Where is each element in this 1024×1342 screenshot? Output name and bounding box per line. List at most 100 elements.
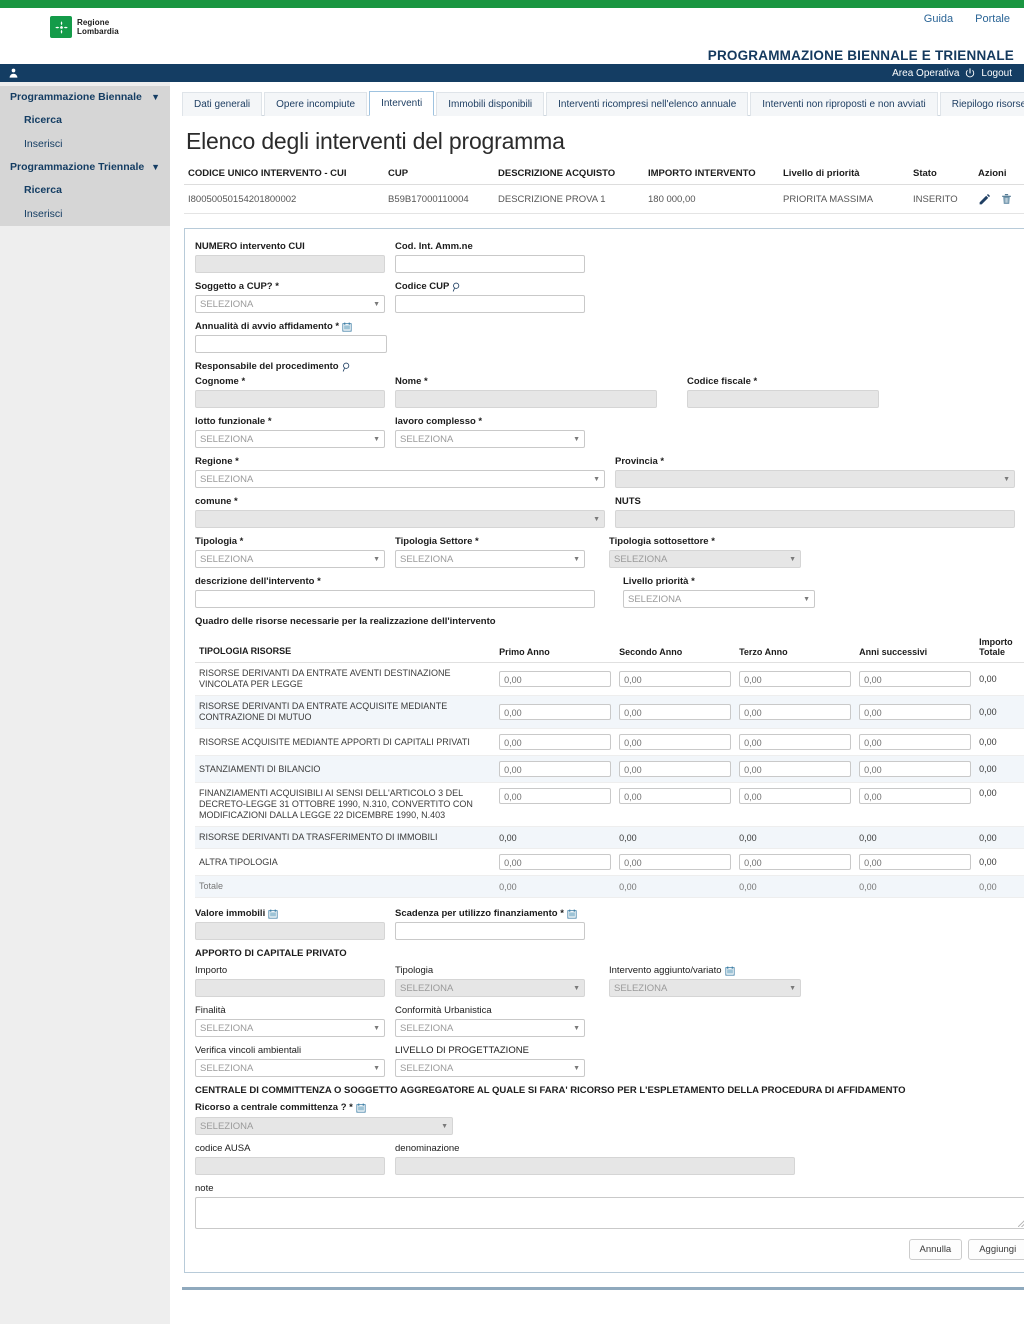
lotto-select[interactable]: SELEZIONA ▼: [195, 430, 385, 448]
note-textarea[interactable]: [195, 1197, 1024, 1229]
risorse-input[interactable]: 0,00: [619, 854, 732, 870]
valore-immobili-input[interactable]: [195, 922, 385, 940]
delete-trash-icon[interactable]: [1000, 192, 1013, 206]
sidebar-group-biennale[interactable]: Programmazione Biennale ▼: [0, 86, 170, 108]
risorse-input[interactable]: 0,00: [499, 734, 612, 750]
risorse-input[interactable]: 0,00: [739, 704, 852, 720]
importo-input[interactable]: [195, 979, 385, 997]
regione-select[interactable]: SELEZIONA ▼: [195, 470, 605, 488]
risorse-cell: 0,00: [735, 782, 856, 827]
calendar-icon[interactable]: [356, 1103, 366, 1113]
search-icon[interactable]: [342, 362, 352, 372]
descrizione-intervento-input[interactable]: [195, 590, 595, 608]
risorse-row: RISORSE DERIVANTI DA TRASFERIMENTO DI IM…: [195, 826, 1024, 849]
tipologia-apporto-select[interactable]: SELEZIONA ▼: [395, 979, 585, 997]
tab-riepilogo-risorse[interactable]: Riepilogo risorse: [939, 92, 1024, 116]
submit-button[interactable]: Aggiungi: [968, 1239, 1024, 1260]
risorse-input[interactable]: 0,00: [619, 734, 732, 750]
conformita-select[interactable]: SELEZIONA ▼: [395, 1019, 585, 1037]
risorse-input[interactable]: 0,00: [619, 761, 732, 777]
verifica-vincoli-select[interactable]: SELEZIONA ▼: [195, 1059, 385, 1077]
calendar-icon[interactable]: [724, 966, 735, 976]
risorse-input[interactable]: 0,00: [739, 734, 852, 750]
app-title: PROGRAMMAZIONE BIENNALE E TRIENNALE: [707, 48, 1014, 63]
sidebar-item-triennale-ricerca[interactable]: Ricerca: [0, 178, 170, 202]
risorse-input[interactable]: 0,00: [739, 854, 852, 870]
risorse-input[interactable]: 0,00: [859, 854, 972, 870]
intervento-aggiunto-select[interactable]: SELEZIONA ▼: [609, 979, 801, 997]
tipologia-select[interactable]: SELEZIONA ▼: [195, 550, 385, 568]
scadenza-input[interactable]: [395, 922, 585, 940]
risorse-input[interactable]: 0,00: [859, 761, 972, 777]
finalita-select[interactable]: SELEZIONA ▼: [195, 1019, 385, 1037]
field-cod-int-amm: Cod. Int. Amm.ne: [395, 241, 585, 273]
cell-priorita: PRIORITA MASSIMA: [779, 184, 909, 214]
sidebar-item-biennale-ricerca[interactable]: Ricerca: [0, 108, 170, 132]
risorse-input[interactable]: 0,00: [499, 788, 612, 804]
cancel-button[interactable]: Annulla: [908, 1239, 963, 1260]
tipologia-settore-select[interactable]: SELEZIONA ▼: [395, 550, 585, 568]
risorse-input[interactable]: 0,00: [499, 761, 612, 777]
nome-input[interactable]: [395, 390, 657, 408]
calendar-icon[interactable]: [567, 909, 577, 919]
risorse-input[interactable]: 0,00: [499, 671, 612, 687]
power-icon[interactable]: [965, 68, 975, 78]
annualita-input[interactable]: [195, 335, 387, 353]
row-finalita-conformita: Finalità SELEZIONA ▼ Conformità Urbanist…: [195, 1005, 1024, 1037]
tab-immobili-disponibili[interactable]: Immobili disponibili: [436, 92, 545, 116]
risorse-input[interactable]: 0,00: [859, 671, 972, 687]
risorse-input[interactable]: 0,00: [619, 671, 732, 687]
logout-link[interactable]: Logout: [981, 68, 1012, 79]
sidebar-item-triennale-inserisci[interactable]: Inserisci: [0, 202, 170, 226]
tab-dati-generali[interactable]: Dati generali: [182, 92, 263, 116]
row-valore-scadenza: Valore immobili Scadenza per utilizzo fi…: [195, 908, 1024, 940]
sidebar: Programmazione Biennale ▼ Ricerca Inseri…: [0, 82, 170, 1324]
codice-fiscale-input[interactable]: [687, 390, 879, 408]
sidebar-group-triennale[interactable]: Programmazione Triennale ▼: [0, 156, 170, 178]
risorse-row-total: 0,00: [975, 695, 1024, 729]
comune-select[interactable]: ▼: [195, 510, 605, 528]
portale-link[interactable]: Portale: [975, 13, 1010, 25]
edit-pencil-icon[interactable]: [978, 193, 991, 206]
guida-link[interactable]: Guida: [924, 13, 953, 25]
soggetto-cup-select[interactable]: SELEZIONA ▼: [195, 295, 385, 313]
cod-int-amm-input[interactable]: [395, 255, 585, 273]
risorse-input[interactable]: 0,00: [499, 704, 612, 720]
ricorso-select[interactable]: SELEZIONA ▼: [195, 1117, 453, 1135]
numero-cui-input[interactable]: [195, 255, 385, 273]
cognome-input[interactable]: [195, 390, 385, 408]
tipologia-sottosettore-select[interactable]: SELEZIONA ▼: [609, 550, 801, 568]
tipologia-value: SELEZIONA: [200, 553, 254, 565]
label-nuts: NUTS: [615, 496, 641, 507]
risorse-input[interactable]: 0,00: [739, 788, 852, 804]
risorse-input[interactable]: 0,00: [739, 761, 852, 777]
regione-lombardia-logo[interactable]: Regione Lombardia: [50, 16, 119, 38]
livello-priorita-select[interactable]: SELEZIONA ▼: [623, 590, 815, 608]
tab-interventi-ricompresi[interactable]: Interventi ricompresi nell'elenco annual…: [546, 92, 749, 116]
risorse-input[interactable]: 0,00: [619, 788, 732, 804]
risorse-input[interactable]: 0,00: [739, 671, 852, 687]
tab-interventi[interactable]: Interventi: [369, 91, 435, 116]
codice-cup-input[interactable]: [395, 295, 585, 313]
nuts-input[interactable]: [615, 510, 1015, 528]
risorse-input[interactable]: 0,00: [619, 704, 732, 720]
risorse-input[interactable]: 0,00: [859, 788, 972, 804]
risorse-input[interactable]: 0,00: [859, 704, 972, 720]
tab-opere-incompiute[interactable]: Opere incompiute: [264, 92, 368, 116]
codice-ausa-input[interactable]: [195, 1157, 385, 1175]
lavoro-select[interactable]: SELEZIONA ▼: [395, 430, 585, 448]
risorse-input[interactable]: 0,00: [859, 734, 972, 750]
provincia-select[interactable]: ▼: [615, 470, 1015, 488]
livello-progettazione-select[interactable]: SELEZIONA ▼: [395, 1059, 585, 1077]
conformita-value: SELEZIONA: [400, 1022, 454, 1034]
field-lavoro: lavoro complesso * SELEZIONA ▼: [395, 416, 585, 448]
search-icon[interactable]: [452, 282, 462, 292]
sidebar-group-triennale-label: Programmazione Triennale: [10, 161, 145, 173]
calendar-icon[interactable]: [268, 909, 278, 919]
denominazione-input[interactable]: [395, 1157, 795, 1175]
risorse-input[interactable]: 0,00: [499, 854, 612, 870]
calendar-icon[interactable]: [342, 322, 352, 332]
sidebar-item-biennale-inserisci[interactable]: Inserisci: [0, 132, 170, 156]
tab-interventi-non-riproposti[interactable]: Interventi non riproposti e non avviati: [750, 92, 938, 116]
footer-divider: [182, 1287, 1024, 1290]
